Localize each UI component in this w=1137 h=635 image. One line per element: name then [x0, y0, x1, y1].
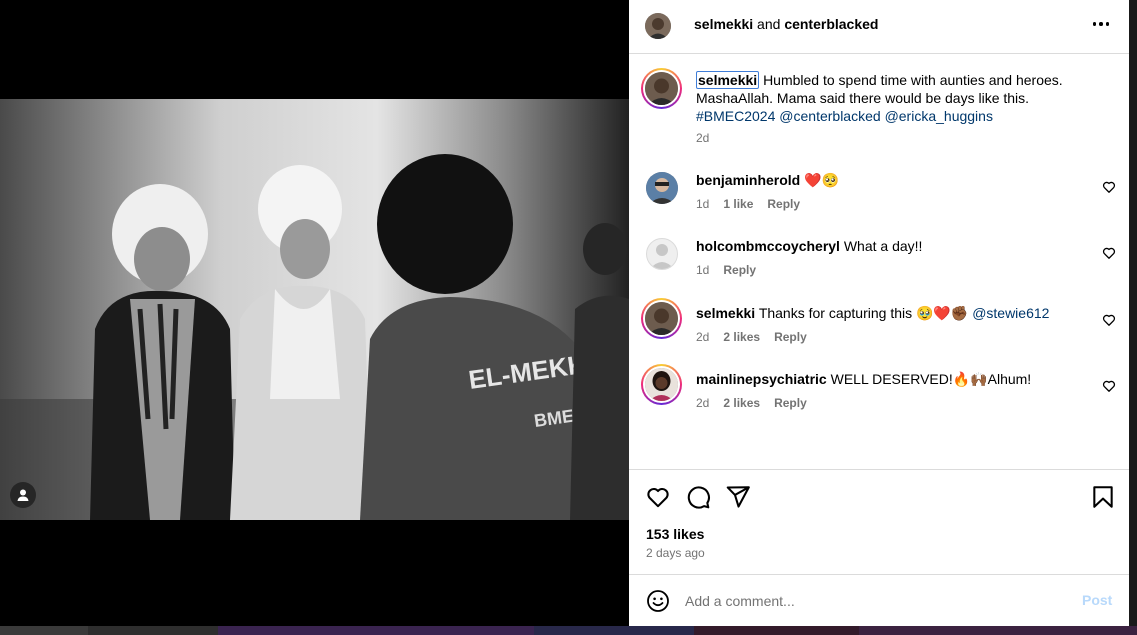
- comment-item: holcombmccoycheryl What a day!! 1d Reply: [629, 237, 1129, 287]
- post-author-line: selmekki and centerblacked: [694, 16, 878, 32]
- comment-icon: [687, 486, 710, 509]
- default-avatar-icon: [650, 244, 674, 269]
- reply-button[interactable]: Reply: [774, 396, 807, 410]
- comment-text: benjaminherold ❤️🥺: [696, 171, 1091, 189]
- comment-body: ❤️🥺: [804, 172, 839, 188]
- like-button[interactable]: [645, 484, 671, 510]
- comment-username[interactable]: holcombmccoycheryl: [696, 238, 840, 254]
- caption-hashtag[interactable]: #BMEC2024: [696, 108, 775, 124]
- more-options-icon: [1092, 22, 1110, 26]
- comment-body: Thanks for capturing this 🥹❤️✊🏾: [758, 305, 969, 321]
- heart-icon[interactable]: [1102, 246, 1116, 260]
- avatar-image: [645, 13, 671, 39]
- comment-meta: 1d Reply: [696, 263, 756, 277]
- user-tag-icon: [17, 489, 29, 501]
- comment-button[interactable]: [685, 484, 711, 510]
- post-actions: 153 likes 2 days ago: [629, 469, 1129, 574]
- emoji-icon[interactable]: [646, 589, 670, 613]
- post-media: EL-MEKKI BMEC: [0, 0, 629, 626]
- comment-avatar[interactable]: [641, 364, 682, 405]
- reply-button[interactable]: Reply: [774, 330, 807, 344]
- comment-item: benjaminherold ❤️🥺 1d 1 like Reply: [629, 171, 1129, 221]
- post-comment-button[interactable]: Post: [1082, 592, 1112, 608]
- avatar-image: [645, 368, 678, 401]
- comment-time[interactable]: 2d: [696, 330, 709, 344]
- post-details-panel: selmekki and centerblacked selmekki Humb…: [629, 0, 1129, 626]
- reply-button[interactable]: Reply: [767, 197, 800, 211]
- share-button[interactable]: [725, 484, 751, 510]
- caption-mention-ericka-huggins[interactable]: @ericka_huggins: [885, 108, 993, 124]
- share-icon: [726, 486, 750, 508]
- post-timestamp[interactable]: 2 days ago: [646, 546, 705, 560]
- page-scrollbar[interactable]: [1129, 0, 1137, 626]
- caption-mention-centerblacked[interactable]: @centerblacked: [779, 108, 880, 124]
- post-header: selmekki and centerblacked: [629, 0, 1129, 54]
- post-modal: EL-MEKKI BMEC selmekki and centerblacked…: [0, 0, 1137, 635]
- bookmark-icon: [1093, 486, 1113, 508]
- likes-count[interactable]: 153 likes: [646, 526, 704, 542]
- save-button[interactable]: [1090, 484, 1116, 510]
- comment-meta: 2d 2 likes Reply: [696, 396, 807, 410]
- comment-avatar[interactable]: [641, 298, 682, 339]
- reply-button[interactable]: Reply: [723, 263, 756, 277]
- tagged-users-button[interactable]: [10, 482, 36, 508]
- heart-icon[interactable]: [1102, 313, 1116, 327]
- post-caption: selmekki Humbled to spend time with aunt…: [629, 68, 1129, 158]
- comment-meta: 1d 1 like Reply: [696, 197, 800, 211]
- comment-time[interactable]: 2d: [696, 396, 709, 410]
- caption-meta: 2d: [696, 131, 709, 145]
- author-joiner: and: [753, 16, 785, 32]
- comment-mention[interactable]: @stewie612: [972, 305, 1049, 321]
- comment-avatar[interactable]: [646, 238, 678, 270]
- caption-avatar[interactable]: [641, 68, 682, 109]
- comment-likes[interactable]: 1 like: [723, 197, 753, 211]
- comment-item: selmekki Thanks for capturing this 🥹❤️✊🏾…: [629, 298, 1129, 352]
- heart-icon[interactable]: [1102, 379, 1116, 393]
- post-photo[interactable]: EL-MEKKI BMEC: [0, 99, 629, 520]
- comment-input[interactable]: [685, 591, 1065, 611]
- collaborator-username[interactable]: centerblacked: [784, 16, 878, 32]
- comment-likes[interactable]: 2 likes: [723, 396, 760, 410]
- comment-username[interactable]: selmekki: [696, 305, 755, 321]
- avatar-image: [645, 302, 678, 335]
- comment-text: selmekki Thanks for capturing this 🥹❤️✊🏾…: [696, 304, 1091, 322]
- comment-text: mainlinepsychiatric WELL DESERVED!🔥🙌🏾Alh…: [696, 370, 1091, 388]
- heart-icon[interactable]: [1102, 180, 1116, 194]
- comment-username[interactable]: mainlinepsychiatric: [696, 371, 827, 387]
- comment-likes[interactable]: 2 likes: [723, 330, 760, 344]
- author-username[interactable]: selmekki: [694, 16, 753, 32]
- comment-body: WELL DESERVED!🔥🙌🏾Alhum!: [830, 371, 1032, 387]
- comment-time[interactable]: 1d: [696, 197, 709, 211]
- comment-meta: 2d 2 likes Reply: [696, 330, 807, 344]
- background-feed-strip: [0, 626, 1137, 635]
- caption-username[interactable]: selmekki: [696, 71, 760, 89]
- avatar-image: [646, 172, 678, 204]
- comment-item: mainlinepsychiatric WELL DESERVED!🔥🙌🏾Alh…: [629, 364, 1129, 418]
- add-comment-bar: Post: [629, 574, 1129, 626]
- comment-avatar[interactable]: [646, 172, 678, 204]
- heart-icon: [647, 488, 669, 508]
- comment-time[interactable]: 1d: [696, 263, 709, 277]
- avatar-image: [645, 72, 678, 105]
- photo-illustration: EL-MEKKI BMEC: [0, 99, 629, 520]
- collab-avatar[interactable]: [645, 13, 671, 39]
- more-options-button[interactable]: [1089, 14, 1113, 34]
- comment-body: What a day!!: [843, 238, 923, 254]
- caption-time[interactable]: 2d: [696, 131, 709, 145]
- comment-username[interactable]: benjaminherold: [696, 172, 800, 188]
- comment-text: holcombmccoycheryl What a day!!: [696, 237, 1091, 255]
- caption-text: selmekki Humbled to spend time with aunt…: [696, 71, 1091, 125]
